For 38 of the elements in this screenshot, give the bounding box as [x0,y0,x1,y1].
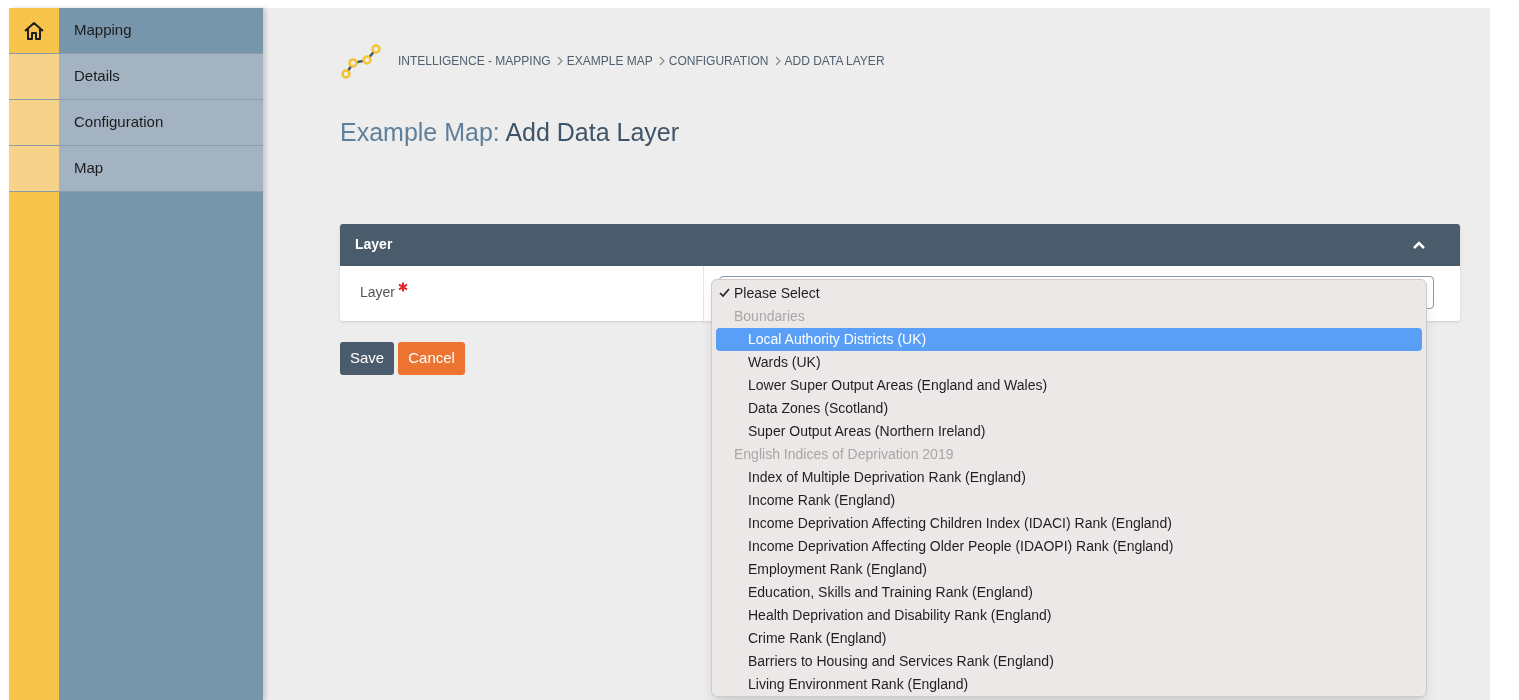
panel-header[interactable]: Layer [340,223,1460,266]
page-title-prefix: Example Map: [340,118,500,146]
dropdown-option[interactable]: Data Zones (Scotland) [716,396,1422,420]
field-label: Layer [360,282,396,302]
dropdown-option[interactable]: Health Deprivation and Disability Rank (England) [716,603,1422,627]
dropdown-option[interactable]: Education, Skills and Training Rank (England) [716,580,1422,604]
dropdown-option[interactable]: Income Deprivation Affecting Children Index (IDACI) Rank (England) [716,511,1422,535]
sidebar-item[interactable]: Configuration [59,100,263,145]
logo-icon [340,42,384,80]
dropdown-option[interactable]: Lower Super Output Areas (England and Wales) [716,373,1422,397]
sidebar-item[interactable]: Mapping [59,8,263,53]
checkmark-icon [719,288,730,298]
dropdown-option[interactable]: Please Select [716,281,1422,305]
dropdown-option[interactable]: Income Deprivation Affecting Older People (IDAOPI) Rank (England) [716,534,1422,558]
save-button[interactable]: Save [340,341,395,375]
group-label: English Indices of Deprivation 2019 [733,444,955,464]
home-icon[interactable] [23,20,45,41]
panel-title: Layer [355,235,393,254]
dropdown-option[interactable]: Super Output Areas (Northern Ireland) [716,419,1422,443]
breadcrumb-link[interactable]: INTELLIGENCE - MAPPING [398,52,551,70]
breadcrumb-link[interactable]: EXAMPLE MAP [566,52,653,70]
chevron-icon [556,56,563,66]
dropdown-option[interactable]: Index of Multiple Deprivation Rank (England) [716,465,1422,489]
chevron-icon [658,56,665,66]
chevron-icon [774,56,781,66]
dropdown-option[interactable]: Barriers to Housing and Services Rank (England) [716,649,1422,673]
breadcrumb-link[interactable]: ADD DATA LAYER [784,52,885,70]
dropdown-option[interactable]: Crime Rank (England) [716,626,1422,650]
group-label: Boundaries [733,306,806,326]
sidebar-item[interactable]: Details [59,54,263,99]
dropdown-option[interactable]: Income Rank (England) [716,488,1422,512]
breadcrumb-link[interactable]: CONFIGURATION [668,52,769,70]
chevron-up-icon[interactable] [1413,240,1425,249]
page-title: Add Data Layer [505,118,680,146]
dropdown-option[interactable]: Wards (UK) [716,350,1422,374]
sidebar-item[interactable]: Map [59,146,263,191]
dropdown-option[interactable]: Living Environment Rank (England) [716,672,1422,696]
dropdown-option[interactable]: Employment Rank (England) [716,557,1422,581]
